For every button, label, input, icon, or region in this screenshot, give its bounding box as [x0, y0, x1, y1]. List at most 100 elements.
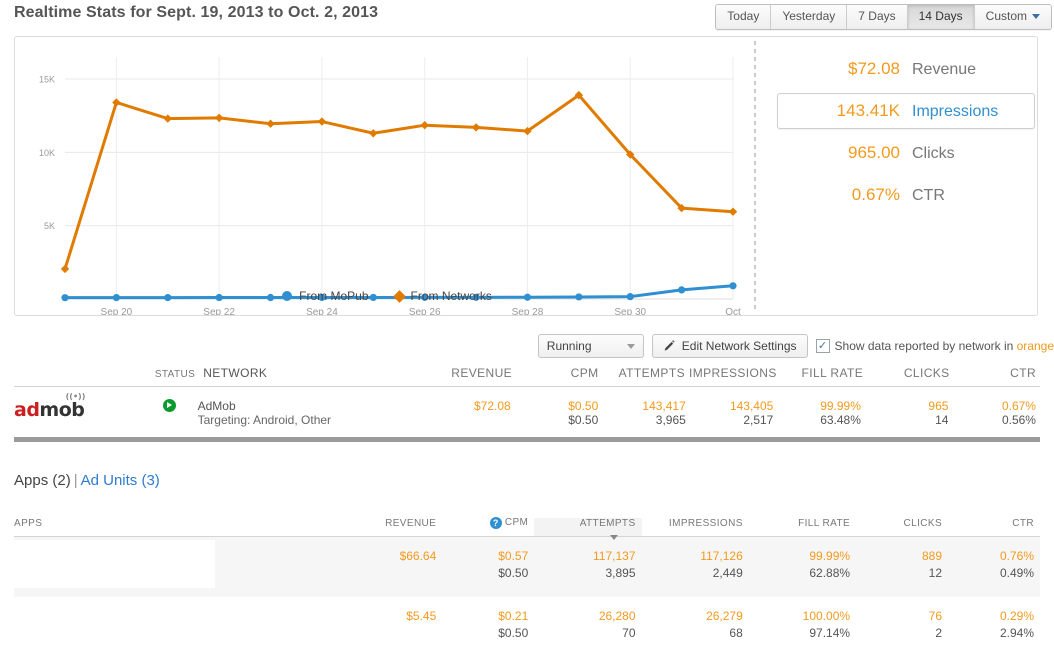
col-impressions[interactable]: IMPRESSIONS — [642, 518, 749, 536]
chart-legend: From MoPub From Networks — [15, 289, 759, 303]
col-attempts[interactable]: ATTEMPTS — [534, 518, 642, 540]
cell-impressions-value-1: 117,126 — [700, 549, 743, 563]
range-button-custom-label: Custom — [985, 9, 1027, 23]
cell-fill-rate: 99.99% 63.48% — [777, 399, 865, 427]
cell-revenue: $5.45 — [350, 597, 442, 623]
cell-fill-rate: 100.00% 97.14% — [749, 597, 856, 640]
svg-text:Sep 26: Sep 26 — [409, 307, 441, 315]
page-header: Realtime Stats for Sept. 19, 2013 to Oct… — [0, 0, 1054, 32]
cell-fill-rate-value-1: 99.99% — [809, 549, 851, 563]
cell-attempts: 26,280 70 — [534, 597, 641, 640]
help-icon[interactable]: ? — [489, 517, 502, 529]
chart-panel: 5K 10K 15K Sep 20 Sep 22 Sep 24 Sep 26 Sep 28 Se… — [14, 36, 1038, 316]
cell-impressions-value-1: 26,279 — [706, 609, 743, 623]
cell-cpm-value-1: $0.50 — [568, 399, 599, 413]
col-attempts[interactable]: ATTEMPTS — [603, 366, 689, 380]
range-button-14-days[interactable]: 14 Days — [907, 5, 975, 29]
cell-attempts-value-1: 143,417 — [642, 399, 686, 413]
svg-text:15K: 15K — [39, 75, 55, 85]
cell-cpm: $0.50 $0.50 — [515, 399, 603, 427]
cell-clicks-value-1: 889 — [922, 549, 943, 563]
col-cpm[interactable]: CPM — [516, 366, 602, 380]
chevron-down-icon — [626, 343, 635, 349]
range-button-custom[interactable]: Custom — [974, 5, 1051, 29]
range-button-today[interactable]: Today — [716, 5, 772, 29]
stat-impressions-value: 143.41K — [836, 101, 900, 120]
check-icon: ✓ — [817, 339, 828, 352]
range-button-yesterday[interactable]: Yesterday — [771, 5, 848, 29]
show-network-data-label-highlight: orange — [1016, 339, 1054, 353]
svg-text:Oct: Oct — [725, 307, 741, 315]
cell-impressions-value-2: 2,517 — [743, 413, 774, 427]
cell-attempts-value-2: 3,895 — [605, 566, 636, 580]
page-title: Realtime Stats for Sept. 19, 2013 to Oct… — [14, 4, 379, 21]
col-clicks[interactable]: CLICKS — [856, 518, 948, 536]
show-network-data-label: Show data reported by network in orange — [835, 339, 1054, 353]
cell-cpm-value-1: $0.57 — [498, 549, 529, 563]
show-network-data-label-text: Show data reported by network in — [834, 339, 1017, 353]
legend-item-networks[interactable]: From Networks — [392, 289, 492, 303]
app-name-cell[interactable] — [14, 600, 215, 648]
cell-ctr-value-2: 0.56% — [1001, 413, 1036, 427]
col-cpm[interactable]: ? CPM — [442, 517, 534, 536]
col-fill-rate[interactable]: FILL RATE — [781, 366, 867, 380]
col-fill-rate[interactable]: FILL RATE — [749, 518, 856, 536]
stat-clicks[interactable]: 965.00 Clicks — [777, 135, 1035, 171]
svg-text:Sep 28: Sep 28 — [512, 307, 544, 315]
cell-impressions-value-2: 68 — [729, 626, 743, 640]
stat-revenue-value: $72.08 — [848, 59, 900, 78]
cell-fill-rate: 99.99% 62.88% — [749, 537, 856, 580]
cell-impressions: 117,126 2,449 — [642, 537, 749, 580]
cell-revenue: $72.08 — [427, 399, 515, 413]
list-item[interactable]: $66.64 $0.57 $0.50 117,137 3,895 117,126… — [14, 537, 1040, 597]
chart-svg: 5K 10K 15K Sep 20 Sep 22 Sep 24 Sep 26 Sep 28 Se… — [39, 41, 756, 315]
apps-tabs: Apps (2) | Ad Units (3) — [14, 472, 160, 489]
legend-item-mopub[interactable]: From MoPub — [282, 289, 369, 303]
network-targeting: Targeting: Android, Other — [197, 413, 332, 427]
col-ctr[interactable]: CTR — [954, 366, 1040, 380]
col-network: NETWORK — [203, 366, 268, 380]
status-badge[interactable] — [141, 399, 198, 417]
antenna-icon: ((•)) — [65, 392, 86, 401]
col-apps: APPS — [14, 518, 43, 529]
col-revenue[interactable]: REVENUE — [350, 518, 442, 536]
cell-fill-rate-value-2: 97.14% — [809, 626, 851, 640]
stat-revenue-label: Revenue — [912, 61, 977, 78]
cell-impressions-value-2: 2,449 — [712, 566, 743, 580]
col-ctr[interactable]: CTR — [948, 518, 1040, 536]
cell-clicks: 889 12 — [856, 537, 948, 580]
cell-clicks: 965 14 — [865, 399, 953, 427]
network-name[interactable]: AdMob — [198, 399, 428, 413]
col-revenue[interactable]: REVENUE — [430, 366, 516, 380]
edit-network-settings-button[interactable]: Edit Network Settings — [651, 334, 808, 358]
col-impressions[interactable]: IMPRESSIONS — [689, 366, 781, 380]
col-cpm-label: CPM — [504, 517, 529, 528]
app-name-cell[interactable] — [14, 540, 215, 588]
table-row[interactable]: admob ((•)) AdMob Targeting: Android, Ot… — [14, 387, 1040, 427]
status-filter-select[interactable]: Running — [537, 334, 644, 358]
apps-table-header: APPS REVENUE ? CPM ATTEMPTS IMPRESSIONS F… — [14, 502, 1040, 540]
cell-fill-rate-value-1: 100.00% — [802, 609, 851, 623]
list-item[interactable]: $5.45 $0.21 $0.50 26,280 70 26,279 68 10… — [14, 597, 1040, 657]
tab-ad-units[interactable]: Ad Units (3) — [81, 472, 160, 489]
section-divider — [14, 437, 1040, 442]
stat-ctr[interactable]: 0.67% CTR — [777, 177, 1035, 213]
cell-attempts-value-1: 117,137 — [593, 549, 636, 563]
show-network-data-checkbox[interactable]: ✓ — [815, 339, 830, 353]
col-clicks[interactable]: CLICKS — [867, 366, 953, 380]
cell-clicks-value-2: 12 — [928, 566, 943, 580]
stat-impressions[interactable]: 143.41K Impressions — [777, 93, 1035, 129]
cell-ctr: 0.29% 2.94% — [948, 597, 1040, 640]
stat-revenue[interactable]: $72.08 Revenue — [777, 51, 1035, 87]
cell-clicks-value-2: 2 — [935, 626, 943, 640]
svg-text:5K: 5K — [44, 221, 55, 231]
chevron-down-icon — [1032, 14, 1040, 20]
legend-label-mopub: From MoPub — [299, 289, 369, 303]
cell-attempts: 117,137 3,895 — [534, 537, 641, 580]
range-button-7-days[interactable]: 7 Days — [847, 5, 908, 29]
tab-apps[interactable]: Apps (2) — [14, 472, 71, 489]
diamond-marker-icon — [392, 289, 406, 303]
cell-ctr-value-1: 0.67% — [1001, 399, 1036, 413]
network-table-header: STATUS NETWORK REVENUE CPM ATTEMPTS IMPR… — [14, 366, 1040, 387]
cell-revenue: $66.64 — [350, 537, 442, 563]
